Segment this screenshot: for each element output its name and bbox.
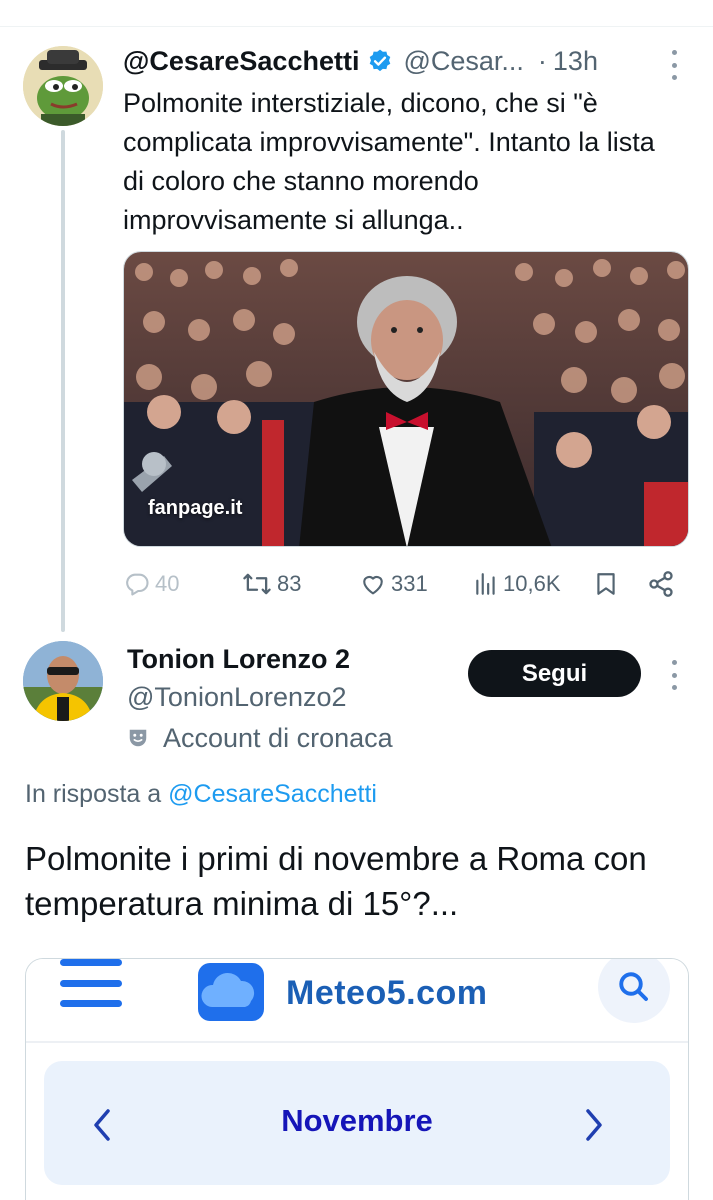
views-action[interactable]: 10,6K xyxy=(473,566,561,602)
bookmark-icon[interactable] xyxy=(593,566,619,602)
retweet-icon xyxy=(241,570,273,598)
like-count: 331 xyxy=(391,571,428,596)
reply-prefix: In risposta a xyxy=(25,780,162,808)
more-options-icon[interactable] xyxy=(670,50,678,80)
site-logo: Meteo5.com xyxy=(196,961,488,1025)
parent-handle[interactable]: @Cesar... xyxy=(403,46,523,77)
parent-tweet-media[interactable]: fanpage.it xyxy=(123,251,689,547)
avatar-cesare[interactable] xyxy=(23,46,103,126)
reply-icon xyxy=(123,570,151,598)
thread-line xyxy=(61,130,65,632)
chevron-right-icon xyxy=(584,1105,610,1145)
like-action[interactable]: 331 xyxy=(359,566,428,602)
reply-tweet-media[interactable]: Meteo5.com Novembre xyxy=(25,958,689,1200)
media-watermark: fanpage.it xyxy=(148,497,243,519)
views-count: 10,6K xyxy=(503,571,561,596)
search-icon xyxy=(598,959,670,1023)
parent-tweet-actions: 40 83 331 10,6K xyxy=(123,566,683,602)
reply-display-name[interactable]: Tonion Lorenzo 2 xyxy=(127,644,350,675)
parent-timestamp[interactable]: 13h xyxy=(553,46,598,77)
parent-display-name[interactable]: @CesareSacchetti xyxy=(123,46,359,77)
heart-icon xyxy=(359,570,387,598)
views-bar-icon xyxy=(473,571,499,597)
reply-tweet-text: Polmonite i primi di novembre a Roma con… xyxy=(25,840,647,922)
hamburger-icon xyxy=(60,959,122,1007)
top-divider xyxy=(0,26,713,27)
parent-tweet-header: @CesareSacchetti @Cesar... · 13h xyxy=(123,42,598,80)
verified-badge-icon xyxy=(367,48,393,74)
month-selector: Novembre xyxy=(44,1061,670,1185)
account-label-text: Account di cronaca xyxy=(163,722,393,753)
reply-count: 40 xyxy=(155,571,180,596)
avatar-tonion[interactable] xyxy=(23,641,103,721)
reply-more-options-icon[interactable] xyxy=(670,660,678,690)
site-logo-text: Meteo5.com xyxy=(286,973,488,1012)
retweet-action[interactable]: 83 xyxy=(241,566,301,602)
cloud-logo-icon xyxy=(196,961,270,1025)
follow-button[interactable]: Segui xyxy=(468,650,641,697)
retweet-count: 83 xyxy=(277,571,302,596)
reply-handle[interactable]: @TonionLorenzo2 xyxy=(127,682,347,713)
site-header: Meteo5.com xyxy=(26,959,688,1043)
parent-tweet-text: Polmonite interstiziale, dicono, che si … xyxy=(123,88,655,235)
reply-action[interactable]: 40 xyxy=(123,566,179,602)
separator-dot: · xyxy=(537,45,547,76)
share-icon[interactable] xyxy=(647,566,675,602)
month-label: Novembre xyxy=(281,1103,433,1138)
account-label: Account di cronaca xyxy=(127,720,393,756)
reply-mention-link[interactable]: @CesareSacchetti xyxy=(168,780,377,808)
reply-context: In risposta a @CesareSacchetti xyxy=(25,780,377,809)
theater-mask-icon xyxy=(127,727,149,749)
